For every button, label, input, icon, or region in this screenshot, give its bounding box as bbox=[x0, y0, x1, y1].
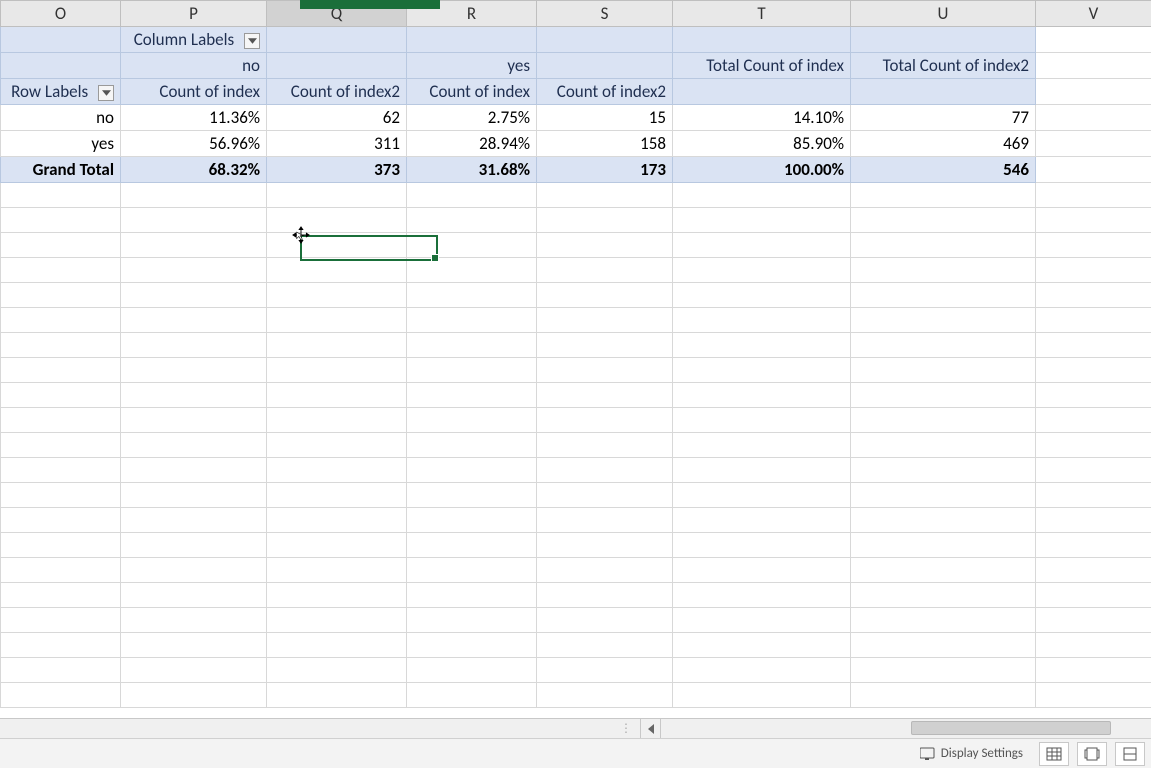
pivot-blank bbox=[1, 27, 121, 53]
cell-value[interactable]: 15 bbox=[537, 105, 673, 131]
cell-value[interactable]: 469 bbox=[851, 131, 1036, 157]
pivot-hdr-blank bbox=[851, 27, 1036, 53]
column-header-row[interactable]: O P Q R S T U V bbox=[1, 1, 1151, 27]
horizontal-scrollbar-track[interactable] bbox=[660, 719, 1151, 738]
cell-value: 100.00% bbox=[673, 157, 851, 183]
pivot-hdr-blank bbox=[851, 79, 1036, 105]
chevron-down-icon bbox=[248, 38, 257, 44]
table-row[interactable]: no 11.36% 62 2.75% 15 14.10% 77 bbox=[1, 105, 1151, 131]
pivot-hdr-blank bbox=[267, 27, 407, 53]
cell-value[interactable]: 85.90% bbox=[673, 131, 851, 157]
cell-value[interactable]: 28.94% bbox=[407, 131, 537, 157]
view-normal-button[interactable] bbox=[1039, 742, 1069, 766]
pivot-blank bbox=[1, 53, 121, 79]
column-labels-dropdown-button[interactable] bbox=[244, 33, 260, 49]
status-bar: Display Settings bbox=[0, 738, 1151, 768]
cell-value: 373 bbox=[267, 157, 407, 183]
worksheet-area[interactable]: O P Q R S T U V Column Labels bbox=[0, 0, 1151, 718]
grand-total-label: Grand Total bbox=[1, 157, 121, 183]
horizontal-scrollbar-thumb[interactable] bbox=[911, 721, 1111, 735]
page-layout-icon bbox=[1084, 747, 1100, 761]
row-labels-dropdown-button[interactable] bbox=[98, 85, 114, 101]
pivot-hdr-blank bbox=[267, 53, 407, 79]
pivot-column-labels-cell[interactable]: Column Labels bbox=[121, 27, 267, 53]
hdr-yes-count-index: Count of index bbox=[407, 79, 537, 105]
cell-value: 31.68% bbox=[407, 157, 537, 183]
cell-value[interactable]: 77 bbox=[851, 105, 1036, 131]
cell-value[interactable]: 2.75% bbox=[407, 105, 537, 131]
scroll-left-button[interactable] bbox=[640, 719, 660, 738]
col-header-U[interactable]: U bbox=[851, 1, 1036, 27]
selected-column-indicator bbox=[300, 0, 440, 9]
row-label[interactable]: no bbox=[1, 105, 121, 131]
view-page-break-button[interactable] bbox=[1115, 742, 1145, 766]
cell-value[interactable]: 62 bbox=[267, 105, 407, 131]
cell-blank[interactable] bbox=[1036, 53, 1151, 79]
cell-blank[interactable] bbox=[1036, 157, 1151, 183]
pivot-row-labels-cell[interactable]: Row Labels bbox=[1, 79, 121, 105]
hdr-no-count-index2: Count of index2 bbox=[267, 79, 407, 105]
pivot-hdr-blank bbox=[537, 27, 673, 53]
page-break-icon bbox=[1122, 747, 1138, 761]
cell-value[interactable]: 14.10% bbox=[673, 105, 851, 131]
col-header-P[interactable]: P bbox=[121, 1, 267, 27]
horizontal-scroll-area[interactable]: ⋮ bbox=[0, 718, 1151, 738]
pivot-colgroup-no: no bbox=[121, 53, 267, 79]
pivot-total-ci2-header: Total Count of index2 bbox=[851, 53, 1036, 79]
table-row[interactable]: yes 56.96% 311 28.94% 158 85.90% 469 bbox=[1, 131, 1151, 157]
cell-blank[interactable] bbox=[1036, 79, 1151, 105]
cell-value[interactable]: 56.96% bbox=[121, 131, 267, 157]
cell-value: 173 bbox=[537, 157, 673, 183]
cell-value[interactable]: 158 bbox=[537, 131, 673, 157]
cell-blank[interactable] bbox=[1036, 27, 1151, 53]
spreadsheet-grid[interactable]: O P Q R S T U V Column Labels bbox=[0, 0, 1151, 708]
cell-value[interactable]: 311 bbox=[267, 131, 407, 157]
grand-total-row[interactable]: Grand Total 68.32% 373 31.68% 173 100.00… bbox=[1, 157, 1151, 183]
cell-value: 546 bbox=[851, 157, 1036, 183]
pivot-column-labels-text: Column Labels bbox=[134, 29, 234, 50]
cell-blank[interactable] bbox=[1036, 131, 1151, 157]
pivot-row-labels-text: Row Labels bbox=[11, 81, 88, 102]
col-header-O[interactable]: O bbox=[1, 1, 121, 27]
pivot-colgroup-yes: yes bbox=[407, 53, 537, 79]
cell-value: 68.32% bbox=[121, 157, 267, 183]
triangle-left-icon bbox=[647, 724, 655, 734]
pivot-hdr-blank bbox=[537, 53, 673, 79]
row-label[interactable]: yes bbox=[1, 131, 121, 157]
pivot-hdr-blank bbox=[407, 27, 537, 53]
hdr-yes-count-index2: Count of index2 bbox=[537, 79, 673, 105]
cell-value[interactable]: 11.36% bbox=[121, 105, 267, 131]
display-settings-label: Display Settings bbox=[941, 746, 1023, 761]
pivot-total-ci-header: Total Count of index bbox=[673, 53, 851, 79]
sheet-tab-grip[interactable]: ⋮ bbox=[0, 719, 640, 738]
grid-icon bbox=[1046, 747, 1062, 761]
hdr-no-count-index: Count of index bbox=[121, 79, 267, 105]
chevron-down-icon bbox=[102, 90, 111, 96]
col-header-T[interactable]: T bbox=[673, 1, 851, 27]
view-page-layout-button[interactable] bbox=[1077, 742, 1107, 766]
display-settings-button[interactable]: Display Settings bbox=[912, 742, 1031, 765]
display-settings-icon bbox=[920, 747, 936, 761]
pivot-hdr-blank bbox=[673, 79, 851, 105]
col-header-V[interactable]: V bbox=[1036, 1, 1151, 27]
col-header-S[interactable]: S bbox=[537, 1, 673, 27]
cell-blank[interactable] bbox=[1036, 105, 1151, 131]
pivot-hdr-blank bbox=[673, 27, 851, 53]
